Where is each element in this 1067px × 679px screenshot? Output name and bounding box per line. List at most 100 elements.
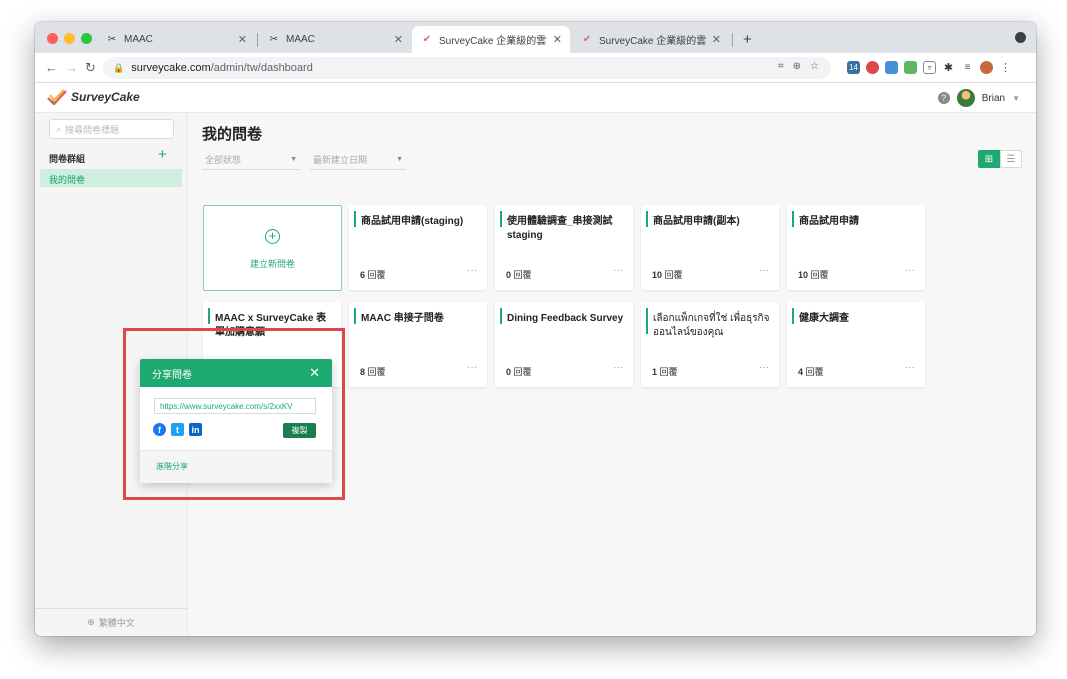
response-count: 0 [506, 270, 512, 280]
create-survey-label: 建立新問卷 [249, 259, 295, 269]
extension-red-icon[interactable] [866, 61, 879, 74]
list-view-icon[interactable]: ☰ [1000, 150, 1022, 168]
response-count: 6 [360, 270, 366, 280]
facebook-icon[interactable]: f [153, 423, 166, 436]
url-host: surveycake.com [131, 62, 211, 74]
close-tab-icon[interactable]: ✕ [394, 33, 403, 46]
lock-icon: 🔒 [113, 62, 125, 73]
survey-card[interactable]: 健康大調查 4 回覆 ··· [787, 302, 925, 387]
minimize-window-button[interactable] [64, 33, 75, 44]
back-arrow-icon[interactable]: ← [45, 60, 58, 76]
extension-badge-icon[interactable]: 14 [847, 61, 860, 74]
survey-title: Dining Feedback Survey [507, 313, 624, 324]
reload-icon[interactable]: ↻ [85, 60, 96, 76]
puzzle-extensions-icon[interactable]: ✱ [942, 61, 955, 74]
survey-card[interactable]: MAAC 串接子問卷 8 回覆 ··· [349, 302, 487, 387]
survey-card[interactable]: 商品試用申請 10 回覆 ··· [787, 205, 925, 290]
survey-title: MAAC 串接子問卷 [361, 313, 444, 324]
twitter-icon[interactable]: t [171, 423, 184, 436]
more-options-icon[interactable]: ··· [467, 362, 477, 373]
browser-tab-1[interactable]: ✂ MAAC ✕ [97, 26, 255, 53]
surveycake-logo-icon [47, 89, 67, 105]
maximize-window-button[interactable] [81, 33, 92, 44]
survey-search-input[interactable]: ⌕ 搜尋問卷標題 [49, 119, 174, 139]
surveycake-logo[interactable]: SurveyCake [47, 89, 140, 105]
new-tab-button[interactable]: + [735, 26, 759, 53]
response-count: 8 [360, 367, 366, 377]
browser-toolbar: ← → ↻ 🔒 surveycake.com /admin/tw/dashboa… [35, 53, 1036, 83]
reading-list-icon[interactable]: ≡ [961, 61, 974, 74]
close-icon[interactable]: ✕ [309, 365, 320, 381]
share-url-field[interactable]: https://www.surveycake.com/s/2xxKV [154, 398, 316, 414]
chevron-down-icon[interactable]: ▼ [1012, 94, 1020, 103]
user-avatar[interactable] [956, 89, 975, 107]
linkedin-icon[interactable]: in [189, 423, 202, 436]
chevron-down-icon: ▼ [396, 156, 403, 163]
status-filter-select[interactable]: 全部狀態 ▼ [202, 150, 300, 170]
translate-icon[interactable]: ⌗ [778, 61, 784, 72]
grid-view-icon[interactable]: ⊞ [978, 150, 1000, 168]
view-toggle: ⊞ ☰ [978, 150, 1022, 168]
logo-text: SurveyCake [71, 90, 140, 104]
browser-tab-2[interactable]: ✂ MAAC ✕ [259, 26, 411, 53]
share-popup-header: 分享問卷 ✕ [140, 359, 332, 387]
responses-label: 回覆 [367, 270, 386, 280]
survey-title: 商品試用申請(副本) [653, 216, 740, 227]
zoom-icon[interactable]: ⊕ [793, 61, 801, 72]
survey-title: 使用體驗調查_串接測試staging [507, 216, 613, 241]
plus-circle-icon: + [265, 229, 280, 244]
tab-title: SurveyCake 企業級的雲端問卷 [599, 36, 706, 47]
more-options-icon[interactable]: ··· [759, 265, 769, 276]
help-icon[interactable]: ? [937, 92, 950, 104]
share-survey-popup: 分享問卷 ✕ https://www.surveycake.com/s/2xxK… [140, 359, 332, 483]
close-tab-icon[interactable]: ✕ [553, 33, 562, 46]
tab-title: MAAC [124, 34, 153, 45]
response-count: 10 [798, 270, 809, 280]
survey-title: เลือกแพ็กเกจที่ใช่ เพื่อธุรกิจออนไลน์ของ… [653, 313, 770, 338]
survey-card[interactable]: Dining Feedback Survey 0 回覆 ··· [495, 302, 633, 387]
close-tab-icon[interactable]: ✕ [238, 33, 247, 46]
forward-arrow-icon[interactable]: → [65, 60, 78, 76]
survey-card[interactable]: เลือกแพ็กเกจที่ใช่ เพื่อธุรกิจออนไลน์ของ… [641, 302, 779, 387]
address-bar[interactable]: 🔒 surveycake.com /admin/tw/dashboard ⌗ ⊕… [103, 57, 831, 79]
account-icon[interactable] [1015, 32, 1026, 43]
tab-title: SurveyCake 企業級的雲端問卷 [439, 36, 547, 47]
create-survey-card[interactable]: + 建立新問卷 [203, 205, 342, 291]
browser-tab-3-active[interactable]: ✔ SurveyCake 企業級的雲端問卷 ✕ [412, 26, 570, 53]
more-options-icon[interactable]: ··· [759, 362, 769, 373]
browser-window: ✂ MAAC ✕ ✂ MAAC ✕ ✔ SurveyCake 企業級的雲端問卷 … [35, 22, 1036, 636]
url-path: /admin/tw/dashboard [210, 62, 313, 74]
survey-card[interactable]: 商品試用申請(副本) 10 回覆 ··· [641, 205, 779, 290]
sort-select[interactable]: 最新建立日期 ▼ [310, 150, 406, 170]
responses-label: 回覆 [805, 367, 824, 377]
survey-title: 商品試用申請(staging) [361, 216, 464, 227]
more-options-icon[interactable]: ··· [905, 265, 915, 276]
close-window-button[interactable] [47, 33, 58, 44]
surveycake-favicon-icon: ✔ [422, 34, 432, 45]
more-options-icon[interactable]: ··· [613, 362, 623, 373]
language-label: 繁體中文 [98, 618, 135, 628]
browser-tab-4[interactable]: ✔ SurveyCake 企業級的雲端問卷 ✕ [572, 26, 729, 53]
extension-green-icon[interactable] [904, 61, 917, 74]
browser-menu-icon[interactable]: ⋮ [999, 61, 1012, 74]
more-options-icon[interactable]: ··· [613, 265, 623, 276]
advanced-share-link[interactable]: 進階分享 [156, 462, 188, 471]
copy-button[interactable]: 複製 [283, 423, 316, 438]
sidebar-item-my-surveys[interactable]: 我的問卷 [40, 169, 182, 187]
profile-avatar-icon[interactable] [980, 61, 993, 74]
survey-title: 健康大調查 [799, 313, 849, 324]
user-menu[interactable]: ? Brian ▼ [937, 89, 1020, 107]
add-group-button[interactable]: + [158, 146, 167, 163]
survey-card[interactable]: 使用體驗調查_串接測試staging 0 回覆 ··· [495, 205, 633, 290]
more-options-icon[interactable]: ··· [905, 362, 915, 373]
language-switcher[interactable]: ⊕ 繁體中文 [35, 608, 187, 636]
chevron-down-icon: ▼ [290, 156, 297, 163]
survey-title: 商品試用申請 [799, 216, 859, 227]
close-tab-icon[interactable]: ✕ [712, 33, 721, 46]
extension-blue-icon[interactable] [885, 61, 898, 74]
page-title: 我的問卷 [202, 126, 263, 143]
more-options-icon[interactable]: ··· [467, 265, 477, 276]
bookmark-star-icon[interactable]: ☆ [810, 61, 819, 72]
pocket-icon[interactable]: ▿ [923, 61, 936, 74]
survey-card[interactable]: 商品試用申請(staging) 6 回覆 ··· [349, 205, 487, 290]
